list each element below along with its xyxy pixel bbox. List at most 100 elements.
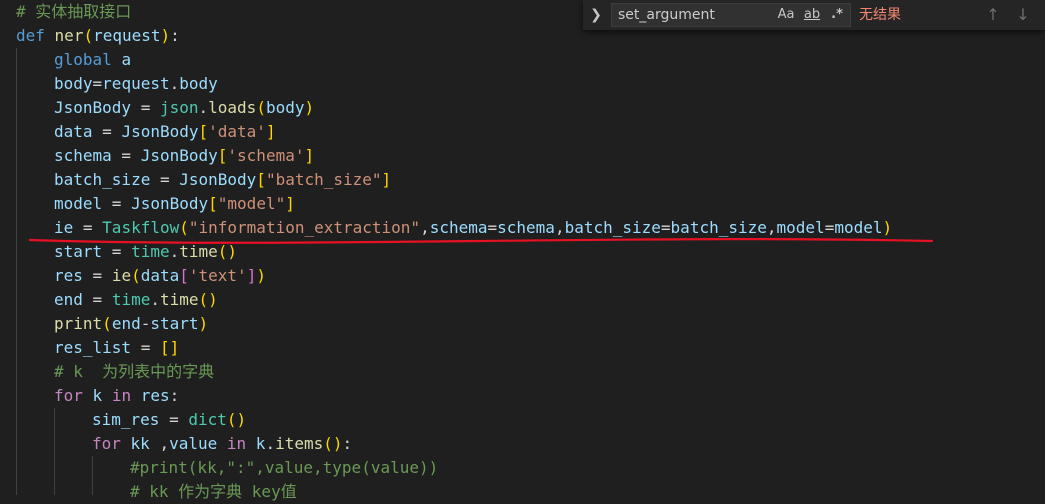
code-token: kk xyxy=(130,434,150,453)
code-line[interactable]: schema = JsonBody['schema'] xyxy=(54,144,314,168)
find-input[interactable] xyxy=(618,4,768,26)
code-token: ] xyxy=(246,266,257,285)
code-token: data xyxy=(54,122,93,141)
code-token: ( xyxy=(256,98,266,117)
code-token: k xyxy=(92,386,103,405)
code-line[interactable]: start = time.time() xyxy=(54,240,237,264)
code-token: ] xyxy=(304,146,315,165)
code-token: ( xyxy=(83,26,94,45)
toggle-replace-button[interactable]: ❯ xyxy=(583,0,609,30)
whole-word-icon: ab xyxy=(803,7,821,22)
code-line[interactable]: print(end-start) xyxy=(54,312,208,336)
code-token: model xyxy=(54,194,103,213)
code-token: = xyxy=(159,410,189,429)
indent-guide-3 xyxy=(92,456,93,495)
match-case-button[interactable]: Aa xyxy=(774,5,798,25)
code-token: body xyxy=(54,74,93,93)
code-line[interactable]: JsonBody = json.loads(body) xyxy=(54,96,314,120)
code-token: = xyxy=(487,218,498,237)
code-token: = xyxy=(824,218,835,237)
match-case-icon: Aa xyxy=(777,7,795,22)
code-line[interactable]: ie = Taskflow("information_extraction",s… xyxy=(54,216,892,240)
code-token: time xyxy=(131,242,170,261)
code-token: ie xyxy=(111,266,132,285)
regex-icon: .* xyxy=(831,7,843,22)
code-token: JsonBody xyxy=(54,98,132,117)
code-line[interactable]: end = time.time() xyxy=(54,288,218,312)
code-line[interactable]: for k in res: xyxy=(54,384,179,408)
code-token: "batch_size" xyxy=(265,170,382,189)
code-token: ] xyxy=(285,194,295,213)
code-token: : xyxy=(170,26,180,45)
code-token: 'data' xyxy=(208,122,266,141)
code-token: ie xyxy=(54,218,74,237)
find-input-box[interactable]: Aa ab .* xyxy=(611,3,851,27)
find-status: 无结果 xyxy=(859,7,901,23)
code-token: . xyxy=(169,242,180,261)
code-token: , xyxy=(554,218,565,237)
chevron-right-icon: ❯ xyxy=(590,7,602,23)
code-token: model xyxy=(834,218,883,237)
code-token: = xyxy=(73,218,103,237)
code-line[interactable]: sim_res = dict() xyxy=(92,408,246,432)
code-token: #print(kk,":",value,type(value)) xyxy=(130,458,439,477)
code-line[interactable]: global a xyxy=(54,48,131,72)
code-editor[interactable]: # 实体抽取接口 def ner(request): global a body=re… xyxy=(0,0,1045,501)
code-token: JsonBody xyxy=(140,146,218,165)
code-token: time xyxy=(179,242,218,261)
code-token: ) xyxy=(198,314,209,333)
code-token: ) xyxy=(882,218,893,237)
regex-button[interactable]: .* xyxy=(826,5,848,25)
code-token: "information_extraction" xyxy=(188,218,421,237)
code-token: [ xyxy=(256,170,266,189)
code-line[interactable]: # kk 作为字典 key值 xyxy=(130,480,297,504)
code-token: body xyxy=(265,98,305,117)
code-token: JsonBody xyxy=(179,170,257,189)
code-line[interactable]: def ner(request): xyxy=(16,24,180,48)
code-line[interactable]: data = JsonBody['data'] xyxy=(54,120,276,144)
code-line[interactable]: body=request.body xyxy=(54,72,218,96)
code-token: items xyxy=(275,434,324,453)
previous-match-button[interactable]: ↑ xyxy=(981,0,1005,30)
code-line[interactable]: # 实体抽取接口 xyxy=(16,0,131,24)
next-match-button[interactable]: ↓ xyxy=(1011,0,1035,30)
code-token: body xyxy=(179,74,218,93)
code-token: = xyxy=(92,122,122,141)
code-token: batch_size xyxy=(564,218,661,237)
code-token: . xyxy=(198,98,209,117)
code-token: = xyxy=(82,290,112,309)
code-line[interactable]: # k 为列表中的字典 xyxy=(54,360,214,384)
code-line[interactable]: batch_size = JsonBody["batch_size"] xyxy=(54,168,391,192)
code-token: ( xyxy=(131,266,141,285)
code-token: start xyxy=(150,314,199,333)
code-token: batch_size xyxy=(54,170,151,189)
code-line[interactable]: model = JsonBody["model"] xyxy=(54,192,295,216)
code-line[interactable]: #print(kk,":",value,type(value)) xyxy=(130,456,438,480)
code-line[interactable]: for kk ,value in k.items(): xyxy=(92,432,352,456)
code-line[interactable]: res_list = [] xyxy=(54,336,179,360)
code-line[interactable]: res = ie(data['text']) xyxy=(54,264,266,288)
code-token: : xyxy=(169,386,180,405)
code-token: # k 为列表中的字典 xyxy=(54,362,215,381)
code-token: res xyxy=(140,386,170,405)
code-token: = xyxy=(150,170,180,189)
code-token: 'schema' xyxy=(227,146,305,165)
code-token: model xyxy=(776,218,825,237)
code-token: for xyxy=(92,434,121,453)
code-token: ( xyxy=(102,314,112,333)
code-token: : xyxy=(342,434,353,453)
code-token: in xyxy=(111,386,132,405)
code-token: # kk 作为字典 key值 xyxy=(130,482,297,501)
code-token: 'text' xyxy=(188,266,247,285)
code-token: sim_res xyxy=(92,410,160,429)
indent-guide-2 xyxy=(54,408,55,495)
code-token: - xyxy=(140,314,151,333)
code-token: , xyxy=(766,218,777,237)
code-token: end xyxy=(111,314,141,333)
arrow-down-icon: ↓ xyxy=(1016,5,1030,24)
whole-word-button[interactable]: ab xyxy=(800,5,824,25)
